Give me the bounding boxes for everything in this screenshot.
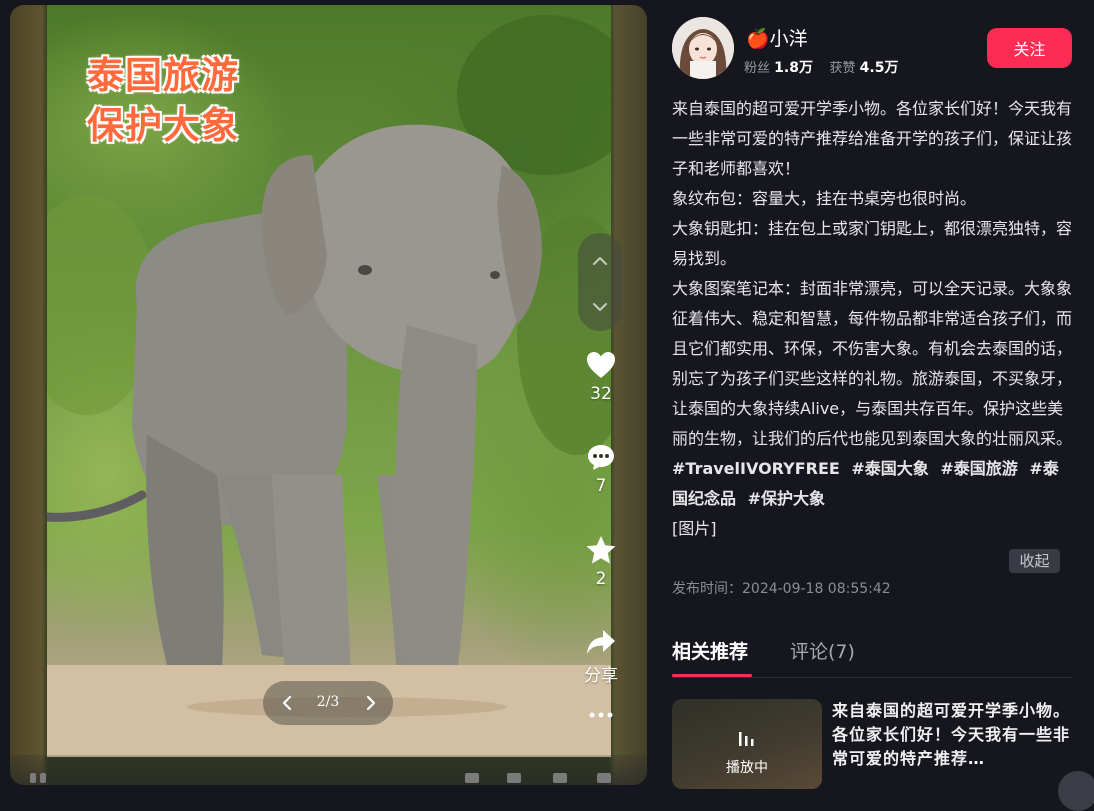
description-paragraph: 大象图案笔记本：封面非常漂亮，可以全天记录。大象象征着伟大、稳定和智慧，每件物品… (672, 279, 1073, 448)
like-count: 32 (590, 384, 612, 404)
like-action[interactable]: 32 (570, 350, 632, 404)
avatar-image (672, 17, 734, 79)
recommendation-thumbnail[interactable]: 播放中 (672, 699, 822, 789)
chevron-down-icon[interactable] (590, 297, 610, 317)
comment-icon[interactable] (586, 442, 616, 472)
tab-related[interactable]: 相关推荐 (672, 637, 748, 664)
fullscreen-icon[interactable] (597, 773, 611, 783)
player-control-bar (10, 755, 647, 785)
playing-label: 播放中 (726, 760, 768, 776)
author-stats: 粉丝 1.8万 获赞 4.5万 (744, 57, 898, 77)
description-paragraph: 象纹布包：容量大，挂在书桌旁也很时尚。 (672, 189, 977, 208)
description-paragraph: 大象钥匙扣：挂在包上或家门钥匙上，都很漂亮独特，容易找到。 (672, 219, 1073, 268)
photo-title-line-1: 泰国旅游 (87, 54, 239, 97)
comment-count: 7 (595, 476, 607, 496)
recommendation-title[interactable]: 来自泰国的超可爱开学季小物。各位家长们好！今天我有一些非常可爱的特产推荐… (832, 699, 1074, 771)
pause-icon-bar (40, 773, 46, 783)
recommendation-card[interactable]: 播放中 来自泰国的超可爱开学季小物。各位家长们好！今天我有一些非常可爱的特产推荐… (672, 699, 1072, 789)
hashtag-link[interactable]: #泰国大象 (851, 459, 928, 478)
settings-icon[interactable] (465, 773, 479, 783)
likes-count: 4.5万 (859, 60, 899, 76)
author-name[interactable]: 🍎小洋 (746, 24, 808, 51)
pause-icon[interactable] (30, 773, 36, 783)
heart-icon[interactable] (585, 350, 617, 380)
fans-count: 1.8万 (774, 60, 813, 76)
fans-label: 粉丝 (744, 61, 771, 76)
post-image: 泰国旅游 保护大象 (47, 5, 611, 757)
share-icon[interactable] (585, 627, 617, 657)
photo-overlay-title: 泰国旅游 保护大象 (87, 51, 239, 151)
description-paragraph: 来自泰国的超可爱开学季小物。各位家长们好！今天我有一些非常可爱的特产推荐给准备开… (672, 99, 1073, 178)
photo-title-line-2: 保护大象 (87, 104, 239, 147)
chevron-up-icon[interactable] (590, 251, 610, 271)
post-description: 来自泰国的超可爱开学季小物。各位家长们好！今天我有一些非常可爱的特产推荐给准备开… (672, 94, 1072, 544)
hashtag-list: #TravelIVORYFREE #泰国大象 #泰国旅游 #泰国纪念品 #保护大… (672, 454, 1072, 514)
video-nav (578, 233, 622, 331)
floating-action-button[interactable] (1058, 771, 1094, 811)
hashtag-link[interactable]: #泰国旅游 (940, 459, 1017, 478)
chevron-right-icon[interactable] (361, 693, 381, 713)
avatar[interactable] (672, 17, 734, 79)
volume-icon[interactable] (507, 773, 521, 783)
share-label: 分享 (584, 666, 618, 686)
star-icon[interactable] (585, 535, 617, 565)
publish-time: 发布时间：2024-09-18 08:55:42 (672, 581, 891, 597)
favorite-count: 2 (595, 569, 607, 589)
playing-bars-icon (739, 732, 754, 746)
more-dots-icon[interactable] (588, 710, 614, 720)
share-action[interactable]: 分享 (570, 627, 632, 686)
tab-bar: 相关推荐 评论(7) (672, 633, 1072, 678)
screen-icon[interactable] (553, 773, 567, 783)
collapse-button[interactable]: 收起 (1009, 549, 1060, 573)
image-pager: 2/3 (263, 681, 393, 725)
picture-link[interactable]: [图片] (672, 514, 1072, 544)
follow-button[interactable]: 关注 (987, 28, 1072, 68)
tab-comments[interactable]: 评论(7) (790, 637, 855, 664)
comment-action[interactable]: 7 (570, 442, 632, 496)
favorite-action[interactable]: 2 (570, 535, 632, 589)
likes-label: 获赞 (829, 61, 856, 76)
more-action[interactable] (570, 710, 632, 720)
active-tab-indicator (672, 674, 752, 677)
hashtag-link[interactable]: #保护大象 (748, 489, 825, 508)
media-viewer[interactable]: 泰国旅游 保护大象 32 7 2 分享 2/3 (10, 5, 647, 785)
hashtag-link[interactable]: #TravelIVORYFREE (672, 459, 840, 478)
